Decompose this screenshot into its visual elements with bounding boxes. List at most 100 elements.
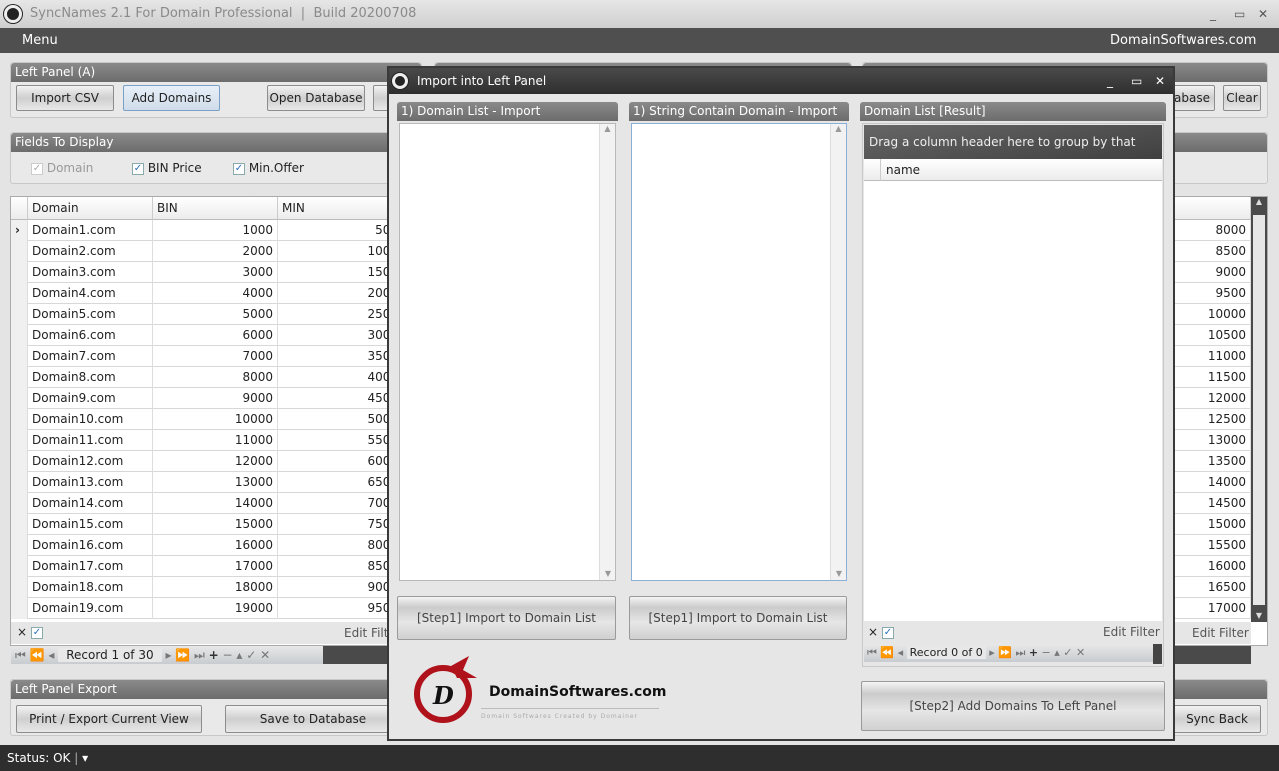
row-indicator <box>11 388 28 409</box>
row-indicator <box>11 409 28 430</box>
cell-domain: Domain3.com <box>28 262 153 283</box>
edit-filter-link[interactable]: Edit Filter <box>1103 625 1160 639</box>
clear-filter-icon[interactable]: × <box>17 625 27 639</box>
column-header-bin[interactable]: BIN <box>153 197 278 220</box>
cell-domain: Domain17.com <box>28 556 153 577</box>
cell-bin: 4000 <box>153 283 278 304</box>
cell-min: 6500 <box>278 472 403 493</box>
vertical-scrollbar[interactable]: ▲ ▼ <box>1251 197 1267 622</box>
close-icon[interactable]: ✕ <box>1258 0 1268 28</box>
edit-filter-link-right[interactable]: Edit Filter <box>1192 626 1249 640</box>
nav-first-prev-icons[interactable]: ⏮ ⏪ ◂ <box>11 648 54 662</box>
menu-bar: Menu DomainSoftwares.com <box>0 28 1279 53</box>
minimize-icon[interactable]: _ <box>1210 0 1216 28</box>
app-icon <box>4 5 22 23</box>
domainsoftwares-logo: D DomainSoftwares.com Domain Softwares C… <box>411 654 666 729</box>
step1-import-button-2[interactable]: [Step1] Import to Domain List <box>629 596 847 640</box>
cell-domain: Domain8.com <box>28 367 153 388</box>
cell-domain: Domain14.com <box>28 493 153 514</box>
cell-bin: 15000 <box>153 514 278 535</box>
row-indicator <box>11 430 28 451</box>
cell-domain: Domain4.com <box>28 283 153 304</box>
string-contain-textarea[interactable]: ▲ ▼ <box>631 123 847 581</box>
cell-min: 4500 <box>278 388 403 409</box>
cell-domain: Domain16.com <box>28 535 153 556</box>
cell-bin: 16000 <box>153 535 278 556</box>
nav-next-last-icons[interactable]: ▸ ⏩ ⏭ + − ▴ ✓ ✕ <box>989 646 1085 659</box>
cell-min: 1500 <box>278 262 403 283</box>
logo-tagline: Domain Softwares Created by Domainer <box>481 713 639 720</box>
cell-min: 8000 <box>278 535 403 556</box>
step2-add-domains-button[interactable]: [Step2] Add Domains To Left Panel <box>861 681 1165 731</box>
row-indicator <box>11 535 28 556</box>
row-indicator <box>11 367 28 388</box>
nav-next-last-icons[interactable]: ▸ ⏩ ⏭ + − ▴ ✓ ✕ <box>165 648 270 662</box>
cell-min: 2500 <box>278 304 403 325</box>
column-header-min[interactable]: MIN <box>278 197 403 220</box>
import-dialog: Import into Left Panel _ ▭ ✕ 1) Domain L… <box>387 66 1175 741</box>
row-indicator <box>11 304 28 325</box>
dialog-icon <box>392 73 408 89</box>
cell-min: 1000 <box>278 241 403 262</box>
cell-min: 3500 <box>278 346 403 367</box>
save-to-database-button[interactable]: Save to Database <box>225 705 401 733</box>
column-header-domain[interactable]: Domain <box>28 197 153 220</box>
dialog-maximize-icon[interactable]: ▭ <box>1131 68 1142 94</box>
cell-domain: Domain7.com <box>28 346 153 367</box>
column-header-name[interactable]: name <box>886 163 920 177</box>
panel-title: Domain List [Result] <box>860 102 1166 121</box>
panel-title: 1) Domain List - Import <box>397 102 618 121</box>
dialog-title-bar: Import into Left Panel _ ▭ ✕ <box>389 68 1173 94</box>
print-export-button[interactable]: Print / Export Current View <box>16 705 202 733</box>
cell-min: 4000 <box>278 367 403 388</box>
row-indicator <box>11 514 28 535</box>
svg-text:D: D <box>432 681 454 710</box>
cell-min: 7500 <box>278 514 403 535</box>
clear-filter-icon[interactable]: × <box>868 625 878 639</box>
dialog-title: Import into Left Panel <box>417 74 547 88</box>
import-csv-button[interactable]: Import CSV <box>16 85 114 111</box>
domain-list-textarea[interactable]: ▲ ▼ <box>399 123 616 581</box>
status-dropdown-icon[interactable]: ▾ <box>82 751 88 765</box>
result-record-navigator: ⏮ ⏪ ◂ Record 0 of 0 ▸ ⏩ ⏭ + − ▴ ✓ ✕ <box>864 644 1153 662</box>
cell-domain: Domain12.com <box>28 451 153 472</box>
logo-text: DomainSoftwares.com <box>489 684 667 700</box>
filter-enabled-checkbox[interactable]: ✓ <box>882 627 894 639</box>
row-indicator <box>11 451 28 472</box>
step1-import-button-1[interactable]: [Step1] Import to Domain List <box>397 596 616 640</box>
cell-bin: 7000 <box>153 346 278 367</box>
field-min-checkbox[interactable]: ✓ Min.Offer <box>233 161 304 175</box>
sync-back-button[interactable]: Sync Back <box>1173 705 1261 733</box>
nav-first-prev-icons[interactable]: ⏮ ⏪ ◂ <box>864 646 903 659</box>
cell-bin: 17000 <box>153 556 278 577</box>
cell-bin: 12000 <box>153 451 278 472</box>
cell-domain: Domain5.com <box>28 304 153 325</box>
left-panel-group: Left Panel (A) Import CSV Add Domains Op… <box>10 62 422 118</box>
field-bin-checkbox[interactable]: ✓ BIN Price <box>132 161 202 175</box>
string-contain-panel: 1) String Contain Domain - Import ▲ ▼ <box>629 102 849 583</box>
cell-bin: 13000 <box>153 472 278 493</box>
filter-enabled-checkbox[interactable]: ✓ <box>31 627 43 639</box>
result-scrollbar[interactable] <box>1153 644 1162 664</box>
result-grid-body <box>864 181 1162 621</box>
maximize-icon[interactable]: ▭ <box>1234 0 1245 28</box>
add-domains-button[interactable]: Add Domains <box>123 85 220 111</box>
cell-bin: 3000 <box>153 262 278 283</box>
status-bar: Status: OK | ▾ <box>0 745 1279 771</box>
group-title: Left Panel (A) <box>11 63 421 82</box>
group-by-area[interactable]: Drag a column header here to group by th… <box>864 125 1162 183</box>
dialog-minimize-icon[interactable]: _ <box>1107 68 1113 94</box>
row-indicator <box>11 262 28 283</box>
cell-domain: Domain11.com <box>28 430 153 451</box>
menu-button[interactable]: Menu <box>22 28 58 53</box>
cell-bin: 1000 <box>153 220 278 241</box>
open-database-button[interactable]: Open Database <box>267 85 365 111</box>
dialog-close-icon[interactable]: ✕ <box>1155 68 1165 94</box>
domain-list-import-panel: 1) Domain List - Import ▲ ▼ <box>397 102 618 583</box>
record-count: Record 0 of 0 <box>906 646 986 659</box>
row-indicator: › <box>11 220 28 241</box>
site-link[interactable]: DomainSoftwares.com <box>1110 28 1256 53</box>
cell-domain: Domain1.com <box>28 220 153 241</box>
clear-button[interactable]: Clear <box>1223 85 1261 111</box>
result-panel: Domain List [Result] Drag a column heade… <box>860 102 1166 667</box>
